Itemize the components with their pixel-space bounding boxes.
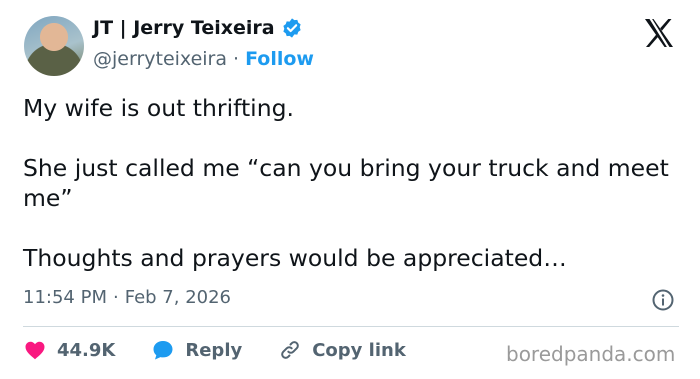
tweet-date: Feb 7, 2026 bbox=[124, 287, 232, 308]
reply-bubble-icon bbox=[153, 341, 173, 360]
tweet-timestamp[interactable]: 11:54 PM · Feb 7, 2026 bbox=[23, 287, 231, 308]
info-icon[interactable] bbox=[651, 288, 675, 312]
heart-icon bbox=[25, 341, 45, 360]
copy-link-label: Copy link bbox=[312, 339, 406, 361]
author-name[interactable]: JT | Jerry Teixeira bbox=[93, 17, 275, 39]
author-handle[interactable]: @jerryteixeira bbox=[93, 48, 227, 70]
handle-separator: · bbox=[233, 48, 240, 70]
divider bbox=[23, 326, 679, 327]
verified-badge-icon bbox=[282, 18, 301, 38]
author-name-row: JT | Jerry Teixeira bbox=[93, 17, 303, 39]
tweet-actions: 44.9K Reply Copy link bbox=[23, 338, 406, 362]
watermark: boredpanda.com bbox=[506, 342, 676, 366]
copy-link-button[interactable]: Copy link bbox=[278, 338, 406, 362]
author-avatar[interactable] bbox=[24, 16, 84, 76]
like-count: 44.9K bbox=[57, 339, 116, 361]
x-logo-icon[interactable] bbox=[643, 18, 675, 48]
like-button[interactable]: 44.9K bbox=[23, 338, 115, 362]
link-icon bbox=[281, 341, 300, 359]
timestamp-separator: · bbox=[112, 287, 119, 308]
follow-button[interactable]: Follow bbox=[245, 48, 314, 70]
reply-button[interactable]: Reply bbox=[151, 338, 242, 362]
author-handle-row: @jerryteixeira · Follow bbox=[93, 48, 314, 70]
reply-label: Reply bbox=[185, 339, 243, 361]
tweet-time: 11:54 PM bbox=[23, 287, 107, 308]
tweet-text: My wife is out thrifting. She just calle… bbox=[23, 94, 669, 272]
